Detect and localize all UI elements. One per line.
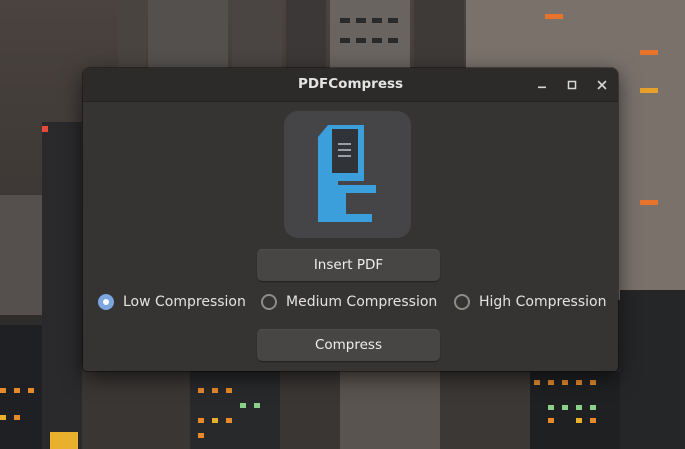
insert-pdf-button[interactable]: Insert PDF: [257, 249, 440, 281]
wallpaper-building: [0, 325, 45, 449]
wallpaper-building: [42, 122, 82, 449]
radio-indicator[interactable]: [261, 294, 277, 310]
wallpaper-building: [82, 365, 192, 449]
wallpaper-building: [620, 290, 685, 449]
maximize-icon[interactable]: [564, 77, 580, 93]
title-bar[interactable]: PDFCompress: [83, 68, 618, 102]
radio-label: High Compression: [479, 294, 607, 310]
wallpaper-building: [0, 195, 45, 315]
wallpaper-building: [340, 366, 440, 449]
wallpaper-building: [280, 368, 340, 449]
radio-indicator[interactable]: [454, 294, 470, 310]
wallpaper-building: [530, 372, 620, 449]
minimize-icon[interactable]: [534, 77, 550, 93]
pdfcompress-logo-icon: [284, 111, 411, 238]
radio-label: Medium Compression: [286, 294, 438, 310]
radio-label: Low Compression: [123, 294, 246, 310]
app-window: PDFCompress Insert PDF Low Compression M…: [83, 68, 618, 371]
compress-button[interactable]: Compress: [257, 329, 440, 361]
close-icon[interactable]: [594, 77, 610, 93]
radio-indicator[interactable]: [98, 294, 114, 310]
wallpaper-building: [440, 360, 530, 449]
